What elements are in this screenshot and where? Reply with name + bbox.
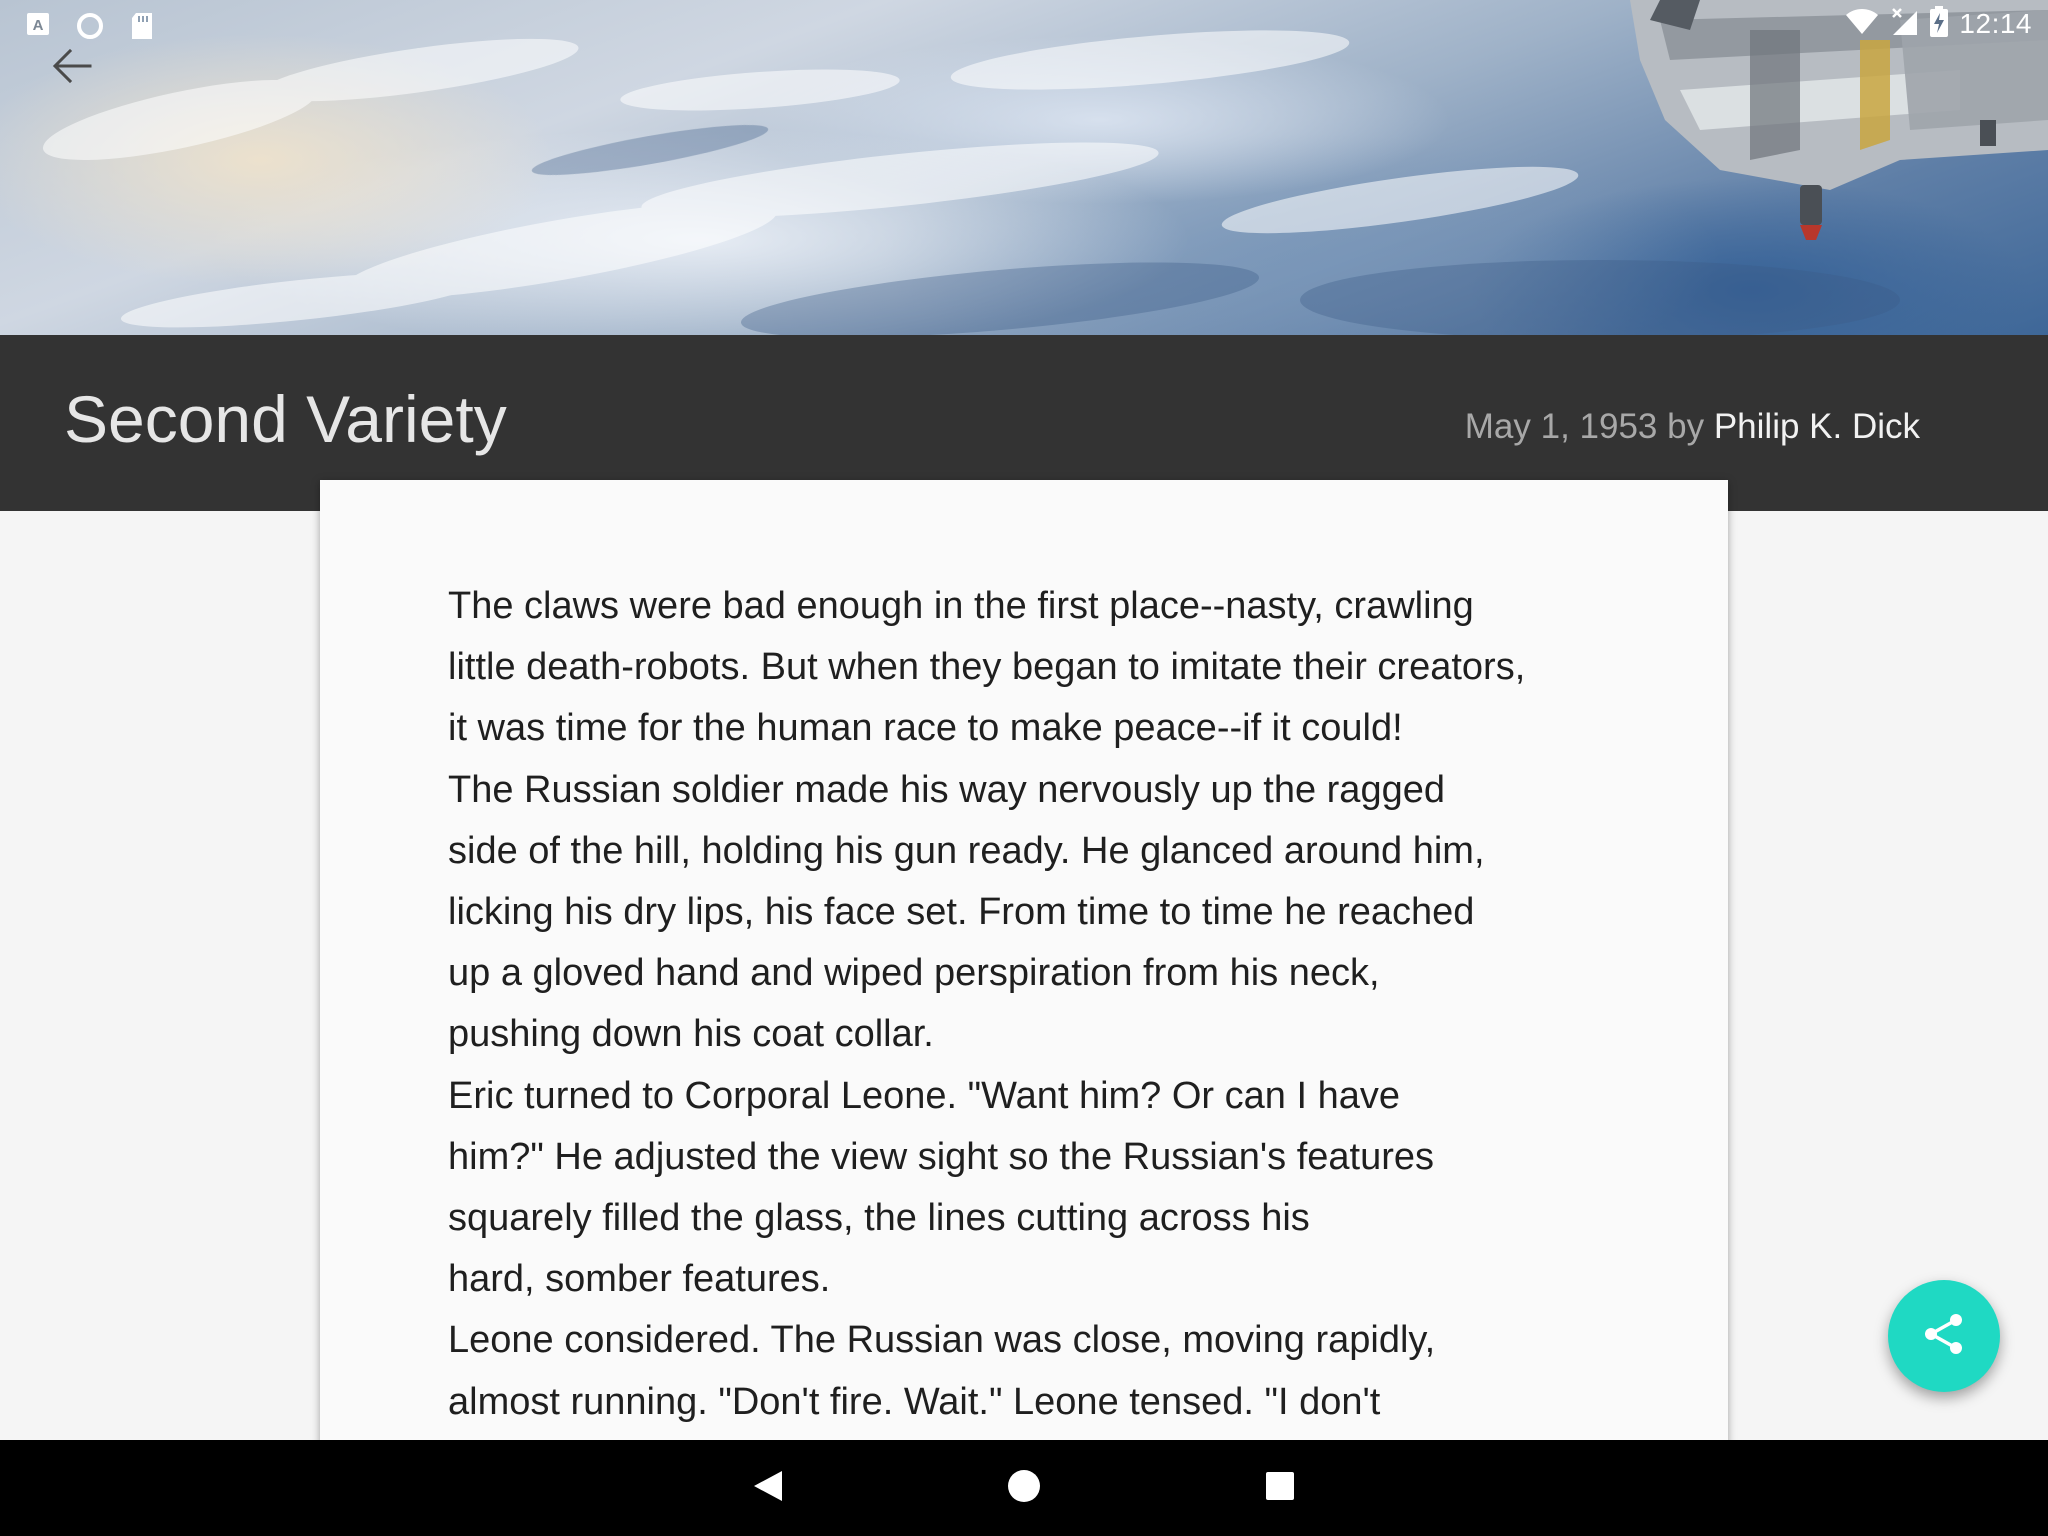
article-line: The claws were bad enough in the first p… — [448, 585, 1474, 627]
nav-recents-button[interactable] — [1252, 1460, 1308, 1516]
article-line: up a gloved hand and wiped perspiration … — [448, 952, 1380, 995]
article-line: him?" He adjusted the view sight so the … — [448, 1135, 1435, 1178]
share-button[interactable] — [1888, 1280, 2000, 1392]
story-title: Second Variety — [64, 382, 507, 456]
article-line: side of the hill, holding his gun ready.… — [448, 829, 1485, 872]
article-line: squarely filled the glass, the lines cut… — [448, 1197, 1310, 1240]
recents-square-icon — [1264, 1470, 1296, 1507]
nav-home-button[interactable] — [996, 1460, 1052, 1516]
svg-text:A: A — [33, 17, 44, 34]
status-clock: 12:14 — [1959, 8, 2032, 39]
back-triangle-icon — [752, 1469, 784, 1508]
article-line: Leone considered. The Russian was close,… — [448, 1319, 1436, 1362]
earth-orbit-illustration — [42, 0, 2048, 335]
article-line: hard, somber features. — [448, 1258, 831, 1301]
no-signal-icon — [1889, 7, 1919, 42]
publish-date: May 1, 1953 — [1464, 407, 1658, 446]
article-line: almost running. "Don't fire. Wait." Leon… — [448, 1380, 1381, 1423]
sd-card-icon — [130, 12, 154, 45]
wifi-icon — [1845, 8, 1879, 41]
article-line: little death-robots. But when they began… — [448, 646, 1526, 689]
article-line: Eric turned to Corporal Leone. "Want him… — [448, 1074, 1400, 1117]
author-name: Philip K. Dick — [1713, 407, 1920, 446]
battery-charging-icon — [1929, 5, 1949, 43]
byline-by: by — [1667, 407, 1705, 446]
home-circle-icon — [1007, 1469, 1041, 1508]
article-line: it was time for the human race to make p… — [448, 707, 1403, 750]
article-line: licking his dry lips, his face set. From… — [448, 891, 1475, 934]
navigation-bar — [0, 1440, 2048, 1536]
share-icon — [1922, 1312, 1966, 1361]
article-body[interactable]: The claws were bad enough in the first p… — [448, 576, 1628, 1433]
nav-back-button[interactable] — [740, 1460, 796, 1516]
autofill-a-icon: A — [26, 12, 50, 41]
screen: A 12:14 Second Variety May 1, 1953 by Ph… — [0, 0, 2048, 1536]
back-button[interactable] — [44, 40, 100, 96]
status-right-group: 12:14 — [1845, 5, 2032, 43]
article-card: The claws were bad enough in the first p… — [320, 480, 1728, 1480]
status-bar: A 12:14 — [0, 0, 2048, 48]
byline: May 1, 1953 by Philip K. Dick — [1465, 405, 1920, 449]
arrow-back-icon — [52, 48, 92, 89]
article-line: The Russian soldier made his way nervous… — [448, 768, 1445, 811]
article-line: pushing down his coat collar. — [448, 1013, 934, 1056]
header-image — [0, 0, 2048, 335]
